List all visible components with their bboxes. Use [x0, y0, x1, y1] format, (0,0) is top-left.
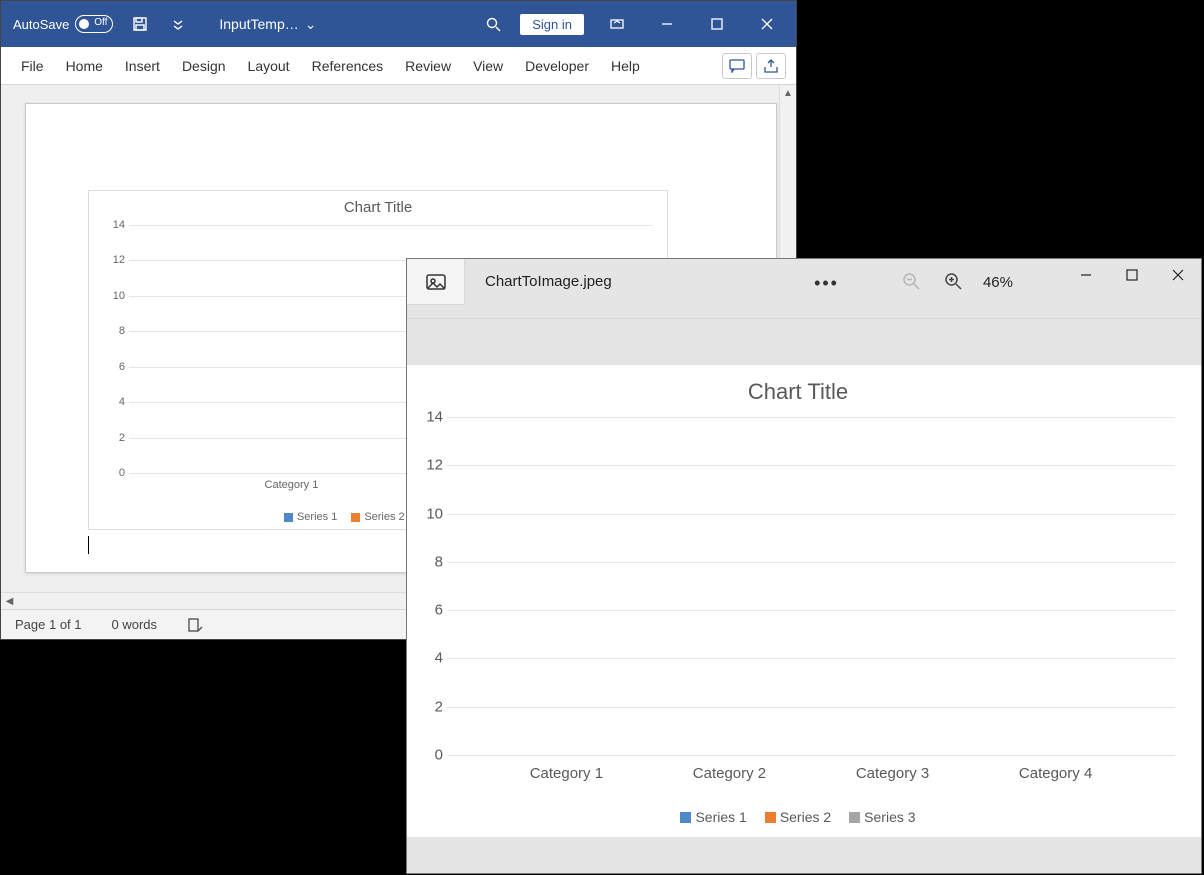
chart-legend: Series 1 Series 2 Series 3 [407, 809, 1189, 825]
legend-swatch [351, 513, 360, 522]
y-axis-tick: 12 [99, 254, 125, 266]
y-axis-tick: 0 [413, 747, 443, 764]
word-titlebar: AutoSave Off InputTemp… ⌄ Sign in [1, 1, 796, 47]
category-label: Category 4 [1019, 765, 1092, 782]
document-title[interactable]: InputTemp… ⌄ [219, 16, 316, 33]
legend-label: Series 3 [864, 809, 915, 825]
category-label: Category 1 [265, 479, 319, 491]
legend-label: Series 1 [695, 809, 746, 825]
autosave-state: Off [94, 17, 107, 28]
y-axis-tick: 12 [413, 457, 443, 474]
autosave-switch-icon[interactable]: Off [75, 15, 113, 33]
y-axis-tick: 6 [99, 361, 125, 373]
ribbon-tab-design[interactable]: Design [172, 50, 236, 82]
ribbon: File Home Insert Design Layout Reference… [1, 47, 796, 85]
y-axis-tick: 2 [99, 432, 125, 444]
minimize-button[interactable] [644, 8, 690, 40]
chart-title: Chart Title [407, 365, 1189, 413]
photos-maximize-button[interactable] [1109, 259, 1155, 291]
legend-swatch [680, 812, 691, 823]
legend-swatch [765, 812, 776, 823]
legend-label: Series 2 [780, 809, 831, 825]
photos-toolbar-spacer [407, 319, 1201, 365]
scroll-up-arrow-icon[interactable]: ▲ [780, 85, 796, 102]
y-axis-tick: 8 [99, 325, 125, 337]
page-indicator[interactable]: Page 1 of 1 [15, 617, 82, 632]
share-button[interactable] [756, 53, 786, 79]
legend-label: Series 1 [297, 511, 337, 523]
legend-label: Series 2 [364, 511, 404, 523]
zoom-out-button[interactable] [899, 269, 923, 293]
word-count[interactable]: 0 words [112, 617, 158, 632]
ribbon-tab-references[interactable]: References [302, 50, 394, 82]
y-axis-tick: 10 [413, 505, 443, 522]
photos-body: Chart Title 0 2 4 6 8 10 12 14 Category 1 Category… [407, 319, 1201, 873]
legend-swatch [849, 812, 860, 823]
photos-minimize-button[interactable] [1063, 259, 1109, 291]
ribbon-tab-layout[interactable]: Layout [238, 50, 300, 82]
zoom-level[interactable]: 46% [983, 272, 1013, 291]
category-label: Category 3 [856, 765, 929, 782]
y-axis-tick: 10 [99, 290, 125, 302]
autosave-toggle[interactable]: AutoSave Off [7, 15, 119, 33]
y-axis-tick: 4 [99, 396, 125, 408]
ribbon-tab-help[interactable]: Help [601, 50, 650, 82]
comments-button[interactable] [722, 53, 752, 79]
photos-chart-image: Chart Title 0 2 4 6 8 10 12 14 Category 1 Category… [407, 365, 1189, 837]
ribbon-tab-insert[interactable]: Insert [115, 50, 170, 82]
more-options-button[interactable]: ••• [794, 259, 859, 294]
y-axis-tick: 4 [413, 650, 443, 667]
legend-swatch [284, 513, 293, 522]
ribbon-tab-developer[interactable]: Developer [515, 50, 599, 82]
proofing-button[interactable] [187, 617, 203, 633]
search-button[interactable] [476, 8, 510, 40]
signin-button[interactable]: Sign in [520, 14, 584, 35]
scroll-left-arrow-icon[interactable]: ◀ [1, 593, 18, 609]
y-axis-tick: 14 [413, 409, 443, 426]
photos-viewport[interactable]: Chart Title 0 2 4 6 8 10 12 14 Category 1 Category… [407, 365, 1201, 837]
y-axis-tick: 6 [413, 602, 443, 619]
autosave-label: AutoSave [13, 17, 69, 32]
photos-app-icon[interactable] [407, 259, 465, 305]
ribbon-tab-home[interactable]: Home [56, 50, 113, 82]
maximize-button[interactable] [694, 8, 740, 40]
close-button[interactable] [744, 8, 790, 40]
chart-title: Chart Title [89, 191, 667, 220]
ribbon-tab-file[interactable]: File [11, 50, 54, 82]
more-commands-button[interactable] [161, 8, 195, 40]
photos-footer-spacer [407, 837, 1201, 873]
photos-close-button[interactable] [1155, 259, 1201, 291]
y-axis-tick: 14 [99, 219, 125, 231]
y-axis-tick: 0 [99, 467, 125, 479]
save-button[interactable] [123, 8, 157, 40]
y-axis-tick: 2 [413, 698, 443, 715]
text-cursor [88, 536, 89, 554]
category-label: Category 2 [693, 765, 766, 782]
photos-window: ChartToImage.jpeg ••• 46% [406, 258, 1202, 874]
ribbon-tab-review[interactable]: Review [395, 50, 461, 82]
ribbon-tab-view[interactable]: View [463, 50, 513, 82]
zoom-in-button[interactable] [941, 269, 965, 293]
y-axis-tick: 8 [413, 553, 443, 570]
ribbon-display-options-button[interactable] [594, 8, 640, 40]
chevron-down-icon: ⌄ [305, 16, 317, 33]
category-label: Category 1 [530, 765, 603, 782]
photos-titlebar: ChartToImage.jpeg ••• 46% [407, 259, 1201, 319]
photos-filename: ChartToImage.jpeg [465, 259, 632, 290]
